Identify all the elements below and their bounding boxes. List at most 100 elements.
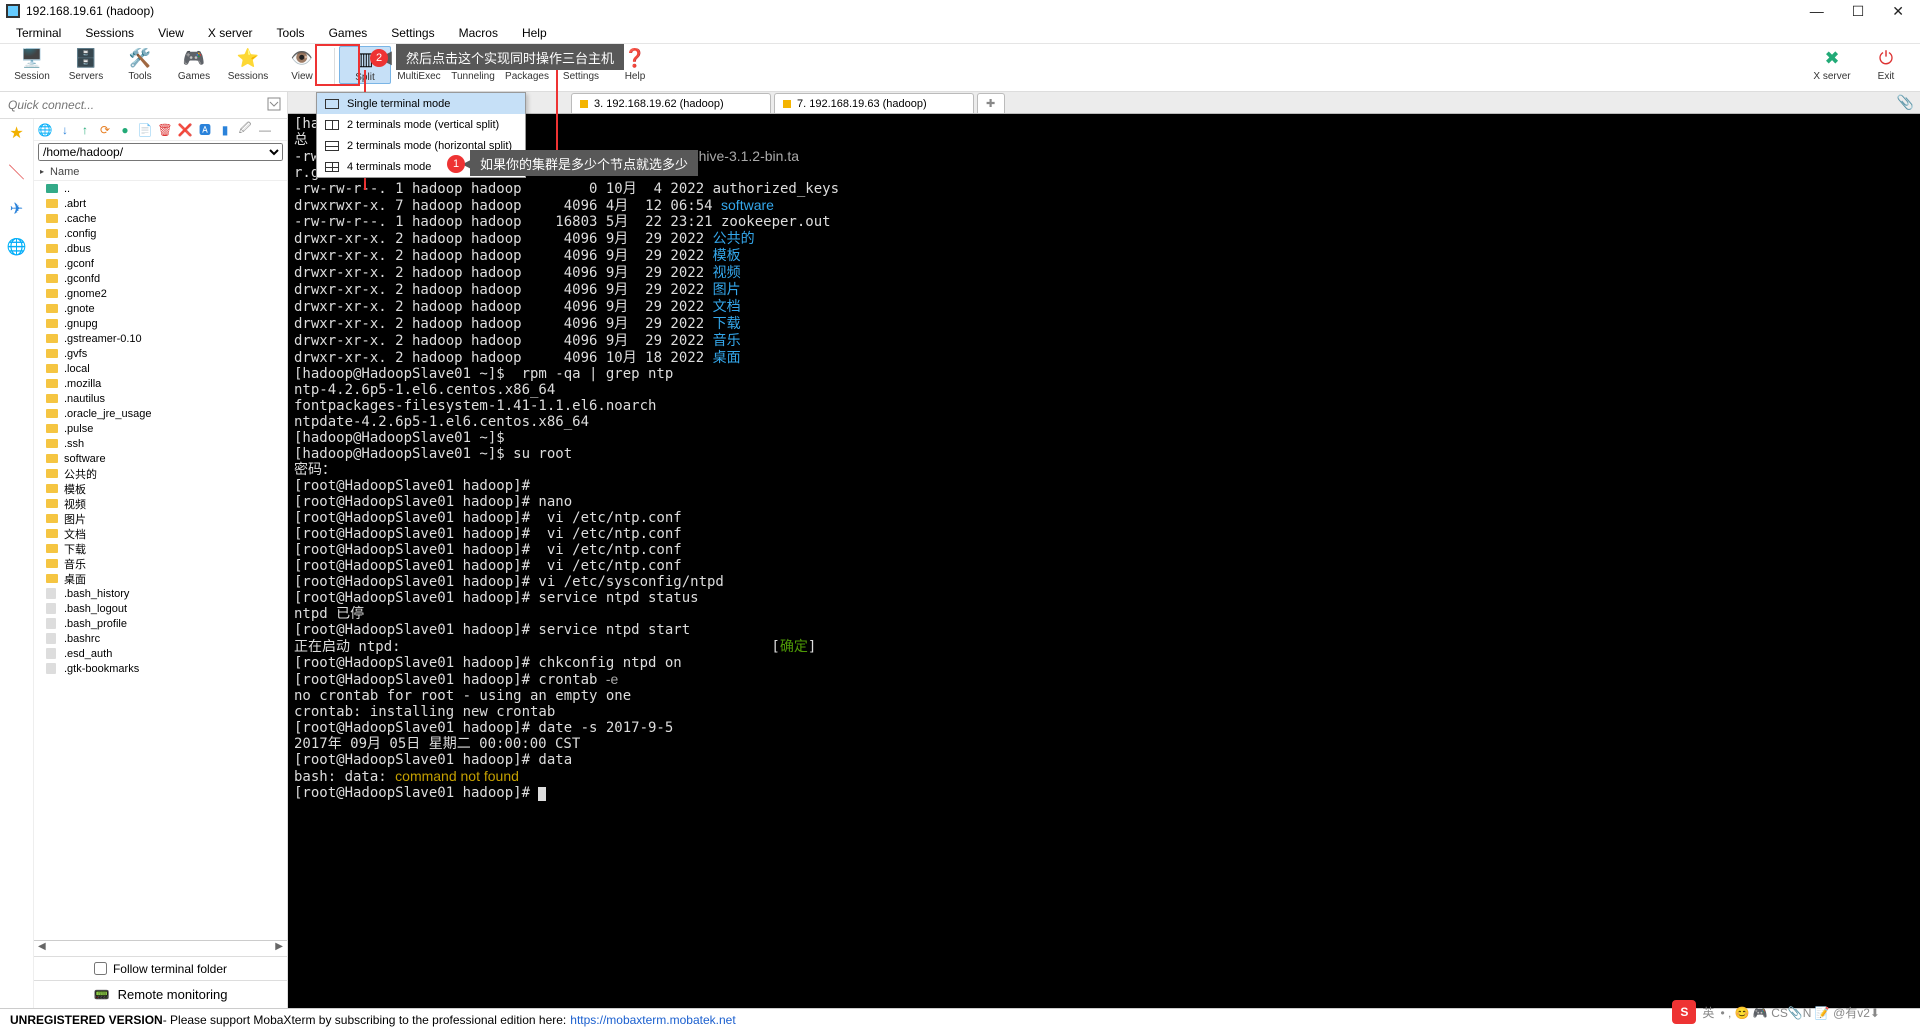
follow-terminal-checkbox[interactable]	[94, 962, 107, 975]
file-icon	[46, 663, 60, 675]
file-row[interactable]: .bashrc	[34, 631, 287, 646]
ime-extras[interactable]: • , 😊 🎮 CS📎N 📝 @有v2⬇	[1720, 1004, 1880, 1021]
file-row[interactable]: .bash_profile	[34, 616, 287, 631]
file-toolbar-btn-0[interactable]: 🌐	[38, 123, 52, 137]
app-icon	[6, 4, 20, 18]
menu-sessions[interactable]: Sessions	[73, 24, 146, 42]
file-toolbar-btn-9[interactable]: ▮	[218, 123, 232, 137]
file-row[interactable]: .gnupg	[34, 316, 287, 331]
left-tab-2[interactable]: ✈	[7, 199, 27, 219]
file-row[interactable]: 下载	[34, 541, 287, 556]
quick-connect-dropdown-icon[interactable]	[267, 97, 283, 113]
x-server-icon: ✖	[1820, 46, 1844, 70]
sessions-icon: ⭐	[236, 46, 260, 70]
monitor-icon: 📟	[93, 987, 109, 1003]
split-layout-icon	[325, 141, 339, 151]
menu-settings[interactable]: Settings	[379, 24, 446, 42]
toolbar-sessions[interactable]: ⭐Sessions	[222, 46, 274, 82]
toolbar: 🖥️Session🗄️Servers🛠️Tools🎮Games⭐Sessions…	[0, 44, 1920, 92]
file-toolbar-btn-2[interactable]: ↑	[78, 123, 92, 137]
file-row[interactable]: software	[34, 451, 287, 466]
status-link[interactable]: https://mobaxterm.mobatek.net	[570, 1013, 735, 1027]
file-list[interactable]: ...abrt.cache.config.dbus.gconf.gconfd.g…	[34, 181, 287, 940]
file-row[interactable]: .gconfd	[34, 271, 287, 286]
file-row[interactable]: 桌面	[34, 571, 287, 586]
tools-icon: 🛠️	[128, 46, 152, 70]
toolbar-games[interactable]: 🎮Games	[168, 46, 220, 82]
file-row[interactable]: .gnote	[34, 301, 287, 316]
file-toolbar-btn-6[interactable]: 🗑	[158, 123, 172, 137]
file-toolbar-btn-10[interactable]: 🖉	[238, 123, 252, 137]
file-row[interactable]: .gvfs	[34, 346, 287, 361]
ime-sogou-icon[interactable]: S	[1672, 1000, 1696, 1024]
file-row[interactable]: .oracle_jre_usage	[34, 406, 287, 421]
split-option-split-v[interactable]: 2 terminals mode (vertical split)	[317, 114, 525, 135]
file-icon	[46, 558, 60, 570]
file-row[interactable]: 公共的	[34, 466, 287, 481]
file-row[interactable]: .ssh	[34, 436, 287, 451]
file-row[interactable]: .gstreamer-0.10	[34, 331, 287, 346]
toolbar-session[interactable]: 🖥️Session	[6, 46, 58, 82]
file-toolbar-btn-1[interactable]: ↓	[58, 123, 72, 137]
file-row[interactable]: .esd_auth	[34, 646, 287, 661]
quick-connect-input[interactable]	[4, 94, 263, 116]
file-header[interactable]: ▸ Name	[34, 163, 287, 181]
new-tab-button[interactable]: ✚	[977, 93, 1005, 113]
terminal-output[interactable]: [ha 总 -rw apache-hive-3.1.2-bin.ta r.g -…	[288, 114, 1920, 1008]
file-row[interactable]: .bash_logout	[34, 601, 287, 616]
file-row[interactable]: 音乐	[34, 556, 287, 571]
h-scrollbar[interactable]: ◀▶	[34, 940, 287, 956]
menu-terminal[interactable]: Terminal	[4, 24, 73, 42]
file-row[interactable]: .gnome2	[34, 286, 287, 301]
file-row[interactable]: .gconf	[34, 256, 287, 271]
file-row[interactable]: .bash_history	[34, 586, 287, 601]
annotation-redbox	[315, 44, 360, 86]
file-row[interactable]: .dbus	[34, 241, 287, 256]
menu-macros[interactable]: Macros	[447, 24, 510, 42]
paperclip-icon[interactable]: 📎	[1897, 94, 1914, 111]
maximize-button[interactable]: ☐	[1852, 3, 1865, 20]
minimize-button[interactable]: —	[1810, 3, 1824, 20]
menu-view[interactable]: View	[146, 24, 196, 42]
file-row[interactable]: 模板	[34, 481, 287, 496]
left-tab-0[interactable]: ★	[7, 123, 27, 143]
toolbar-exit[interactable]: ⏻Exit	[1860, 46, 1912, 82]
file-row[interactable]: .nautilus	[34, 391, 287, 406]
file-toolbar-btn-7[interactable]: ❌	[178, 123, 192, 137]
file-row[interactable]: .mozilla	[34, 376, 287, 391]
menu-tools[interactable]: Tools	[265, 24, 317, 42]
menu-games[interactable]: Games	[317, 24, 380, 42]
file-toolbar-btn-5[interactable]: 📄	[138, 123, 152, 137]
file-row[interactable]: 视频	[34, 496, 287, 511]
toolbar-x-server[interactable]: ✖X server	[1806, 46, 1858, 82]
ime-lang[interactable]: 英	[1702, 1004, 1714, 1021]
file-row[interactable]: .pulse	[34, 421, 287, 436]
path-selector[interactable]: /home/hadoop/	[38, 143, 283, 161]
file-row[interactable]: .gtk-bookmarks	[34, 661, 287, 676]
left-tab-1[interactable]: ＼	[7, 161, 27, 181]
file-toolbar-btn-3[interactable]: ⟳	[98, 123, 112, 137]
terminal-tab[interactable]: 3. 192.168.19.62 (hadoop)	[571, 93, 771, 113]
toolbar-servers[interactable]: 🗄️Servers	[60, 46, 112, 82]
split-option-single[interactable]: Single terminal mode	[317, 93, 525, 114]
file-row[interactable]: .config	[34, 226, 287, 241]
file-row[interactable]: .cache	[34, 211, 287, 226]
remote-monitoring-row[interactable]: 📟 Remote monitoring	[34, 980, 287, 1008]
menu-help[interactable]: Help	[510, 24, 559, 42]
file-toolbar-btn-4[interactable]: ●	[118, 123, 132, 137]
file-icon	[46, 183, 60, 195]
file-icon	[46, 603, 60, 615]
left-tab-3[interactable]: 🌐	[7, 237, 27, 257]
menu-x-server[interactable]: X server	[196, 24, 265, 42]
close-button[interactable]: ✕	[1892, 3, 1904, 20]
file-row[interactable]: ..	[34, 181, 287, 196]
file-row[interactable]: .local	[34, 361, 287, 376]
terminal-tab[interactable]: 7. 192.168.19.63 (hadoop)	[774, 93, 974, 113]
file-toolbar-btn-11[interactable]: —	[258, 123, 272, 137]
file-header-name: Name	[50, 166, 79, 178]
toolbar-tools[interactable]: 🛠️Tools	[114, 46, 166, 82]
file-row[interactable]: .abrt	[34, 196, 287, 211]
file-toolbar-btn-8[interactable]: 🅰	[198, 123, 212, 137]
file-row[interactable]: 文档	[34, 526, 287, 541]
file-row[interactable]: 图片	[34, 511, 287, 526]
